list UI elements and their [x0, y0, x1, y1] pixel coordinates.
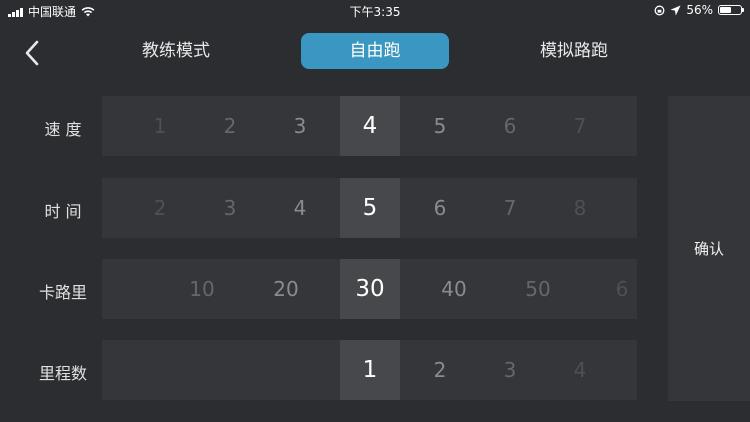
picker-value[interactable]: 40: [424, 259, 484, 319]
picker-value[interactable]: 7: [550, 96, 610, 156]
picker-value[interactable]: 8: [550, 178, 610, 238]
picker-value[interactable]: 3: [200, 178, 260, 238]
picker-value[interactable]: 2: [130, 178, 190, 238]
picker-value[interactable]: 3: [480, 340, 540, 400]
picker-value[interactable]: 6: [410, 178, 470, 238]
chevron-left-icon: [25, 40, 39, 66]
tab-simulated-road-run[interactable]: 模拟路跑: [506, 33, 642, 69]
location-arrow-icon: [670, 5, 681, 15]
picker-value-selected[interactable]: 5: [340, 178, 400, 238]
picker-value[interactable]: 10: [172, 259, 232, 319]
picker-value[interactable]: 6: [480, 96, 540, 156]
speed-picker[interactable]: 1234567: [102, 96, 637, 156]
tab-free-run[interactable]: 自由跑: [301, 33, 449, 69]
picker-value[interactable]: 50: [508, 259, 568, 319]
distance-label: 里程数: [38, 364, 87, 383]
battery-icon: [718, 5, 744, 15]
status-bar: 中国联通 下午3:35 56%: [0, 0, 750, 22]
speed-label: 速 度: [44, 120, 82, 139]
picker-value-selected[interactable]: 30: [340, 259, 400, 319]
picker-value[interactable]: 7: [480, 178, 540, 238]
picker-value[interactable]: 3: [270, 96, 330, 156]
time-label: 时 间: [44, 202, 82, 221]
picker-value-selected[interactable]: 4: [340, 96, 400, 156]
picker-value[interactable]: 4: [270, 178, 330, 238]
calories-picker[interactable]: 10 20 30 40 50 6: [102, 259, 637, 319]
picker-value[interactable]: 1: [130, 96, 190, 156]
status-time: 下午3:35: [349, 5, 401, 19]
orientation-lock-icon: [654, 5, 665, 15]
calories-label: 卡路里: [38, 283, 87, 302]
battery-percent: 56%: [686, 3, 713, 17]
confirm-button[interactable]: 确认: [668, 96, 750, 401]
picker-value-selected[interactable]: 1: [340, 340, 400, 400]
picker-value[interactable]: 4: [550, 340, 610, 400]
picker-value[interactable]: 2: [200, 96, 260, 156]
distance-picker[interactable]: 1234: [102, 340, 637, 400]
time-picker[interactable]: 2345678: [102, 178, 637, 238]
picker-value[interactable]: 6: [592, 259, 637, 319]
picker-value[interactable]: 5: [410, 96, 470, 156]
tab-coach-mode[interactable]: 教练模式: [108, 33, 244, 69]
picker-value[interactable]: 20: [256, 259, 316, 319]
picker-value[interactable]: 2: [410, 340, 470, 400]
back-button[interactable]: [22, 38, 46, 68]
